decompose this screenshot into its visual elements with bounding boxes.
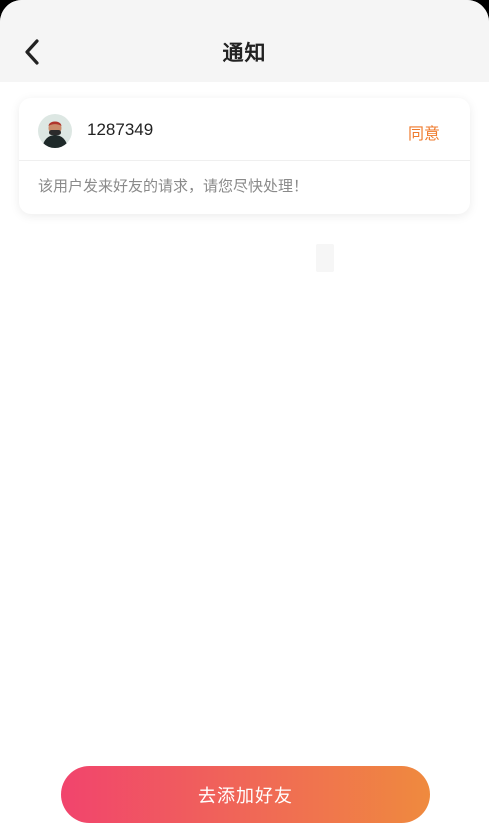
add-friend-button[interactable]: 去添加好友 xyxy=(61,766,430,823)
request-card-header: 1287349 同意 xyxy=(19,98,470,161)
request-username: 1287349 xyxy=(87,120,154,139)
placeholder-block xyxy=(316,244,334,272)
avatar[interactable] xyxy=(38,114,72,148)
request-message: 该用户发来好友的请求，请您尽快处理！ xyxy=(38,177,309,195)
agree-button[interactable]: 同意 xyxy=(408,120,440,144)
nav-bar: 通知 xyxy=(0,0,489,82)
notification-screen: 通知 1287349 同意 该用户发来好友的请求，请您尽快处理！ 去添加好友 xyxy=(0,0,489,824)
page-title: 通知 xyxy=(222,41,267,65)
friend-request-card: 1287349 同意 该用户发来好友的请求，请您尽快处理！ xyxy=(19,98,470,214)
user-avatar-icon xyxy=(38,114,72,148)
